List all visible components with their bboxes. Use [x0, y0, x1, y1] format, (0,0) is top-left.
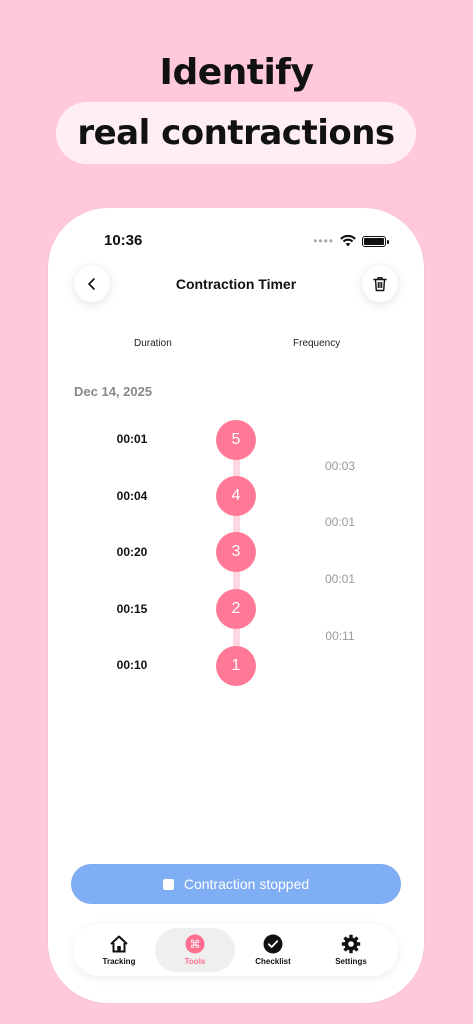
wifi-icon [340, 235, 356, 247]
stop-icon [162, 878, 174, 890]
gear-icon [341, 934, 361, 954]
frequency-column-header: Frequency [293, 338, 341, 349]
contraction-frequency: 00:03 [324, 459, 356, 473]
contraction-frequency: 00:01 [324, 572, 356, 586]
status-icons: •••• [313, 234, 389, 248]
check-circle-icon [263, 934, 283, 954]
date-label: Dec 14, 2025 [74, 384, 153, 399]
contraction-stopped-button[interactable]: Contraction stopped [71, 864, 401, 904]
phone-screen: 10:36 •••• Contraction Timer Duration Fr… [48, 208, 424, 1003]
contraction-frequency: 00:01 [324, 515, 356, 529]
command-icon: ⌘ [185, 934, 205, 954]
tab-settings[interactable]: Settings [311, 928, 391, 972]
contraction-duration: 00:15 [116, 602, 148, 616]
battery-icon [362, 235, 389, 247]
promo-headline-line1: Identify [159, 52, 314, 93]
contraction-number-badge[interactable]: 5 [216, 420, 256, 460]
tab-tools-label: Tools [184, 957, 206, 966]
tab-checklist-label: Checklist [255, 957, 291, 966]
tab-tracking-label: Tracking [102, 957, 136, 966]
contraction-duration: 00:01 [116, 432, 148, 446]
signal-icon: •••• [313, 234, 334, 248]
home-icon [109, 934, 129, 954]
delete-button[interactable] [362, 266, 398, 302]
contraction-duration: 00:04 [116, 489, 148, 503]
promo-headline-pill: real contractions [56, 102, 416, 164]
contraction-frequency: 00:11 [325, 629, 355, 643]
status-time: 10:36 [104, 232, 143, 249]
contraction-stopped-label: Contraction stopped [183, 876, 310, 892]
tab-tracking[interactable]: Tracking [79, 928, 159, 972]
tab-settings-label: Settings [335, 957, 367, 966]
contraction-number-badge[interactable]: 2 [216, 589, 256, 629]
contraction-number-badge[interactable]: 4 [216, 476, 256, 516]
trash-icon [373, 277, 387, 292]
contraction-number-badge[interactable]: 3 [216, 532, 256, 572]
svg-text:⌘: ⌘ [190, 938, 201, 951]
contraction-duration: 00:20 [116, 545, 148, 559]
bottom-tab-bar: Tracking ⌘ Tools Checklist Settings [73, 924, 398, 976]
promo-headline-line2: real contractions [77, 113, 395, 153]
contraction-duration: 00:10 [116, 658, 148, 672]
tab-tools[interactable]: ⌘ Tools [155, 928, 235, 972]
contraction-number-badge[interactable]: 1 [216, 646, 256, 686]
duration-column-header: Duration [134, 338, 172, 349]
tab-checklist[interactable]: Checklist [233, 928, 313, 972]
